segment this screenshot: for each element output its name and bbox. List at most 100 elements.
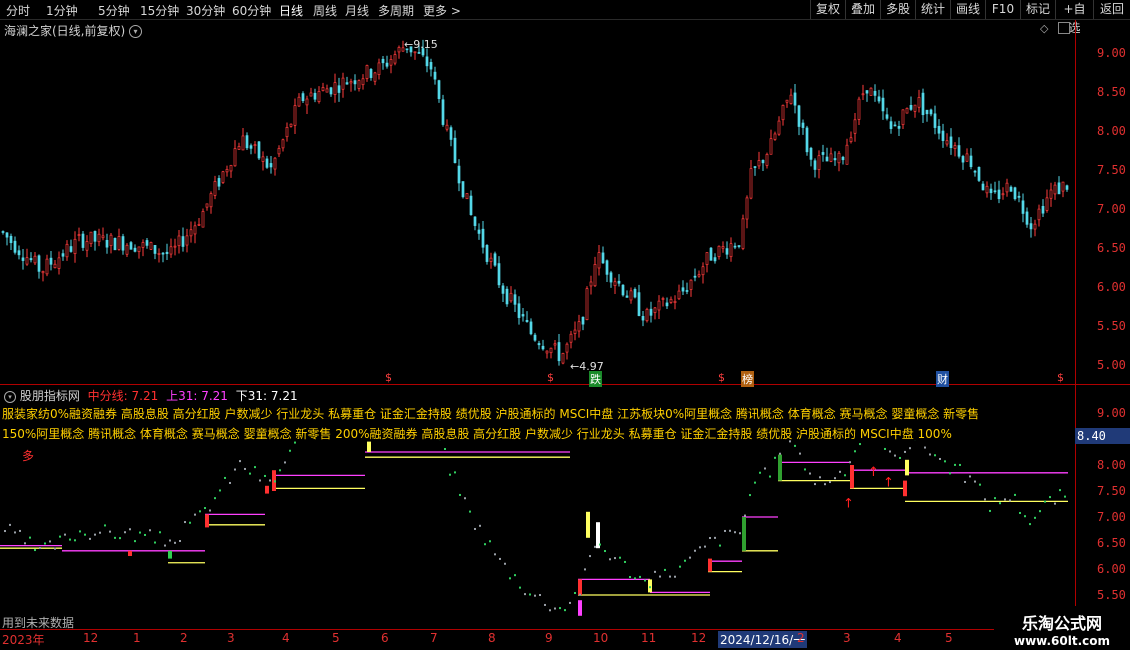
candle-body: [513, 294, 517, 305]
indicator-dot: [804, 468, 806, 471]
fuquan-button[interactable]: 复权: [810, 0, 845, 19]
candle-body: [673, 300, 677, 304]
concept-tags-line-1: 服装家纺0%融资融券 高股息股 高分红股 户数减少 行业龙头 私募重仓 证金汇金…: [2, 407, 980, 421]
candle-body: [209, 193, 213, 208]
tab-fenshi[interactable]: 分时: [6, 2, 30, 19]
tab-5min[interactable]: 5分钟: [98, 2, 130, 19]
back-button[interactable]: 返回: [1093, 0, 1130, 19]
tab-monthly[interactable]: 月线: [345, 2, 369, 19]
indicator-dot: [149, 529, 151, 532]
overlay-button[interactable]: 叠加: [845, 0, 880, 19]
indicator-dot: [74, 539, 76, 542]
event-marker[interactable]: $: [1057, 371, 1064, 384]
candle-body: [257, 141, 261, 159]
f10-button[interactable]: F10: [985, 0, 1020, 19]
candle-body: [5, 232, 9, 238]
candle-body: [837, 152, 841, 164]
candle-body: [317, 91, 321, 102]
indicator-dot: [644, 579, 646, 582]
event-marker[interactable]: $: [385, 371, 392, 384]
candle-body: [845, 144, 849, 165]
candle-body: [129, 242, 133, 250]
indicator-dot: [79, 530, 81, 533]
candle-body: [981, 183, 985, 191]
indicator-dot: [639, 575, 641, 578]
tab-more[interactable]: 更多 >: [423, 2, 461, 19]
stats-button[interactable]: 统计: [915, 0, 950, 19]
candle-body: [493, 253, 497, 266]
indicator-dot: [159, 531, 161, 534]
candle-body: [821, 152, 825, 155]
tab-60min[interactable]: 60分钟: [232, 2, 271, 19]
indicator-dot: [29, 536, 31, 539]
candle-body: [1065, 185, 1069, 190]
indicator-block: [205, 514, 209, 528]
candle-body: [517, 303, 521, 318]
event-marker[interactable]: 榜: [741, 371, 754, 387]
candle-body: [429, 62, 433, 70]
candle-body: [921, 92, 925, 116]
event-marker[interactable]: $: [547, 371, 554, 384]
indicator-block: [367, 441, 371, 452]
candle-body: [237, 146, 241, 150]
indicator-dot: [789, 440, 791, 443]
indicator-dot: [289, 449, 291, 452]
candle-body: [369, 69, 373, 78]
indicator-dot: [829, 481, 831, 484]
mark-button[interactable]: 标记: [1020, 0, 1055, 19]
candle-body: [697, 274, 701, 277]
tab-30min[interactable]: 30分钟: [186, 2, 225, 19]
candle-body: [465, 193, 469, 200]
indicator-dot: [559, 607, 561, 610]
indicator-dot: [14, 531, 16, 534]
candle-body: [105, 239, 109, 248]
candle-body: [77, 234, 81, 236]
candle-body: [37, 255, 41, 272]
candlestick-chart: [1, 39, 1069, 366]
event-marker[interactable]: $: [718, 371, 725, 384]
indicator-dot: [974, 480, 976, 483]
settings-circle-icon[interactable]: ▾: [4, 390, 16, 403]
candle-body: [193, 225, 197, 235]
multi-stock-button[interactable]: 多股: [880, 0, 915, 19]
indicator-dot: [1044, 500, 1046, 503]
candle-body: [17, 250, 21, 256]
candle-body: [29, 258, 33, 261]
candle-body: [305, 98, 309, 106]
up-arrow-icon: ↑: [843, 496, 854, 511]
candle-body: [889, 121, 893, 129]
candle-body: [545, 350, 549, 354]
y-tick: 8.50: [1097, 85, 1126, 99]
candle-body: [749, 168, 753, 199]
candle-body: [909, 105, 913, 110]
tab-15min[interactable]: 15分钟: [140, 2, 179, 19]
indicator-dot: [514, 574, 516, 577]
candle-body: [501, 285, 505, 294]
candle-body: [293, 105, 297, 126]
indicator-block: [265, 485, 269, 494]
indicator-dot: [774, 456, 776, 459]
candle-body: [1045, 197, 1049, 211]
indicator-dot: [534, 594, 536, 597]
indicator-dot: [529, 593, 531, 596]
candle-body: [653, 307, 657, 313]
candle-body: [953, 145, 957, 149]
tab-1min[interactable]: 1分钟: [46, 2, 78, 19]
add-watchlist-button[interactable]: +自选: [1055, 0, 1093, 35]
candle-body: [485, 244, 489, 262]
mid-line-value: 中分线: 7.21: [87, 389, 159, 403]
tab-daily[interactable]: 日线: [279, 2, 303, 19]
indicator-dot: [1059, 489, 1061, 492]
tab-weekly[interactable]: 周线: [313, 2, 337, 19]
candle-body: [917, 97, 921, 108]
event-marker[interactable]: 财: [936, 371, 949, 387]
candle-body: [641, 316, 645, 321]
candle-body: [877, 96, 881, 102]
draw-line-button[interactable]: 画线: [950, 0, 985, 19]
tab-multi-period[interactable]: 多周期: [378, 2, 414, 19]
candle-body: [797, 105, 801, 127]
candle-body: [865, 90, 869, 94]
indicator-block: [648, 579, 652, 593]
event-marker[interactable]: 跌: [589, 371, 602, 387]
indicator-dot: [704, 545, 706, 548]
